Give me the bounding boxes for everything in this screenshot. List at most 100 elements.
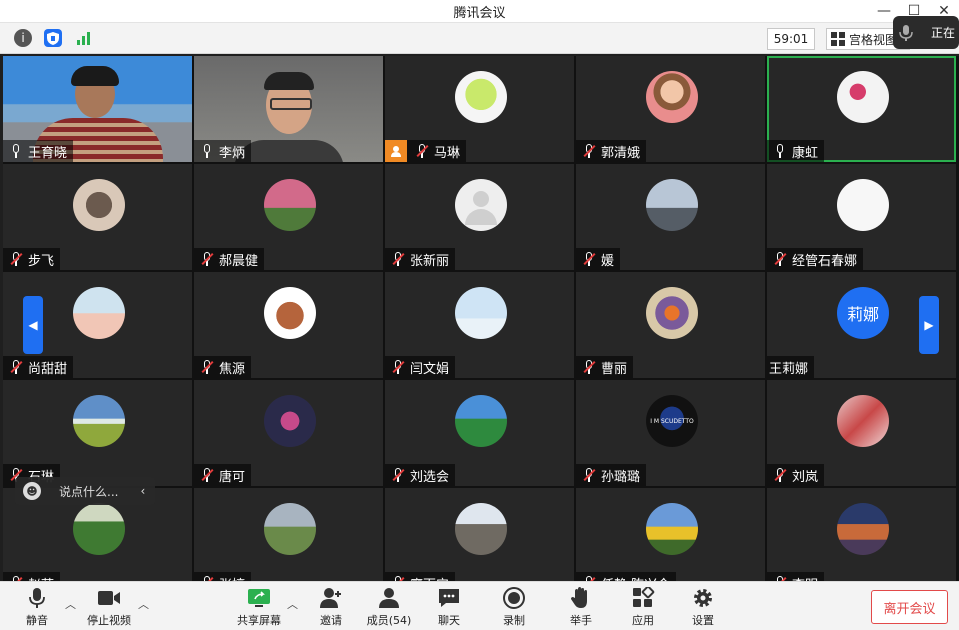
participant-nameplate: 郭清娥 (576, 140, 647, 162)
title-bar: 腾讯会议 — ☐ ✕ (0, 0, 959, 23)
leave-meeting-button[interactable]: 离开会议 (871, 590, 948, 624)
avatar (646, 71, 698, 123)
avatar (455, 503, 507, 555)
avatar (264, 395, 316, 447)
microphone-icon (771, 140, 789, 162)
avatar (646, 503, 698, 555)
avatar (837, 71, 889, 123)
record-label: 录制 (503, 614, 525, 627)
muted-microphone-icon (580, 356, 598, 378)
participant-tile[interactable]: I M SCUDETTO 孙璐璐 (576, 380, 765, 486)
participant-tile[interactable]: 曹丽 (576, 272, 765, 378)
participant-nameplate: 焦源 (194, 356, 252, 378)
meeting-toolbar: i 59:01 宫格视图 (0, 23, 959, 54)
participant-tile[interactable]: 闫文娟 (385, 272, 574, 378)
settings-button[interactable]: 设置 (688, 584, 718, 628)
shield-icon[interactable] (44, 29, 62, 47)
participant-name: 尚甜甜 (28, 361, 68, 377)
participant-name: 王莉娜 (769, 361, 809, 377)
participant-nameplate: 尚甜甜 (3, 356, 74, 378)
info-icon[interactable]: i (14, 29, 32, 47)
microphone-icon (25, 587, 49, 609)
participant-nameplate: 曹丽 (576, 356, 634, 378)
avatar (73, 395, 125, 447)
emoji-icon[interactable]: ☻ (23, 482, 41, 500)
video-options-caret[interactable]: ︿ (138, 596, 149, 612)
participant-nameplate: 步飞 (3, 248, 61, 270)
muted-microphone-icon (389, 464, 407, 486)
participant-tile[interactable]: 张新丽 (385, 164, 574, 270)
participant-tile[interactable]: 刘选会 (385, 380, 574, 486)
participant-tile[interactable]: 焦源 (194, 272, 383, 378)
muted-microphone-icon (580, 464, 598, 486)
participant-tile[interactable]: 唐可 (194, 380, 383, 486)
microphone-icon (198, 140, 216, 162)
participant-tile[interactable]: 石琳 (3, 380, 192, 486)
avatar (455, 179, 507, 231)
participant-tile[interactable]: 张婷 (194, 488, 383, 594)
muted-microphone-icon (389, 248, 407, 270)
participant-name: 闫文娟 (410, 361, 450, 377)
members-button[interactable]: 成员(54) (366, 584, 412, 628)
participant-tile[interactable]: 经管石春娜 (767, 164, 956, 270)
prev-page-button[interactable]: ◀ (23, 296, 43, 354)
participant-tile[interactable]: 李炳 (194, 56, 383, 162)
muted-microphone-icon (7, 356, 25, 378)
avatar (455, 287, 507, 339)
quick-chat-box[interactable]: ☻ 说点什么... ‹ (15, 477, 155, 505)
collapse-chat-icon[interactable]: ‹ (140, 484, 145, 498)
muted-microphone-icon (580, 140, 598, 162)
raise-hand-button[interactable]: 举手 (566, 584, 596, 628)
avatar (264, 503, 316, 555)
control-bar: 静音 ︿ 停止视频 ︿ 共享屏幕 ︿ 邀请 成员(54) 聊天 录制 举手 应用… (0, 581, 959, 630)
grid-icon (831, 32, 845, 46)
chat-placeholder[interactable]: 说点什么... (59, 483, 118, 500)
signal-icon[interactable] (75, 29, 93, 47)
avatar (837, 179, 889, 231)
participant-nameplate: 孙璐璐 (576, 464, 647, 486)
participant-tile[interactable]: 刘岚 (767, 380, 956, 486)
participant-tile[interactable]: 郭清娥 (576, 56, 765, 162)
participant-name: 康虹 (792, 145, 819, 161)
mute-button[interactable]: 静音 (22, 584, 52, 628)
chat-label: 聊天 (438, 614, 460, 627)
participant-name: 郝晨健 (219, 253, 259, 269)
participant-name: 郭清娥 (601, 145, 641, 161)
apps-button[interactable]: 应用 (628, 584, 658, 628)
chat-bubble-icon (437, 587, 461, 609)
record-button[interactable]: 录制 (499, 584, 529, 628)
participant-nameplate: 郝晨健 (194, 248, 265, 270)
participant-nameplate: 闫文娟 (385, 356, 456, 378)
settings-label: 设置 (692, 614, 714, 627)
chat-button[interactable]: 聊天 (434, 584, 464, 628)
participant-tile[interactable]: 媛 (576, 164, 765, 270)
participant-tile[interactable]: 马琳 (385, 56, 574, 162)
apps-icon (631, 585, 655, 609)
participant-name: 唐可 (219, 469, 246, 485)
microphone-icon (899, 24, 913, 41)
participant-name: 步飞 (28, 253, 55, 269)
speaking-label: 正在 (931, 26, 956, 40)
share-screen-label: 共享屏幕 (237, 614, 281, 627)
invite-button[interactable]: 邀请 (316, 584, 346, 628)
participant-name: 焦源 (219, 361, 246, 377)
participant-tile[interactable]: 任静 陈兴会 (576, 488, 765, 594)
avatar (264, 287, 316, 339)
participant-tile[interactable]: 王育晓 (3, 56, 192, 162)
stop-video-button[interactable]: 停止视频 (84, 584, 134, 628)
participant-tile[interactable]: 康虹 (767, 56, 956, 162)
participant-tile[interactable]: 郝晨健 (194, 164, 383, 270)
participant-tile[interactable]: 步飞 (3, 164, 192, 270)
next-page-button[interactable]: ▶ (919, 296, 939, 354)
participant-nameplate: 张新丽 (385, 248, 456, 270)
share-options-caret[interactable]: ︿ (287, 596, 298, 612)
participant-tile[interactable]: 李明 (767, 488, 956, 594)
audio-options-caret[interactable]: ︿ (65, 596, 76, 612)
avatar (73, 503, 125, 555)
participant-tile[interactable]: 廖百宁 (385, 488, 574, 594)
share-screen-icon (247, 587, 271, 609)
speaking-indicator: 正在 (893, 16, 959, 49)
share-screen-button[interactable]: 共享屏幕 (234, 584, 284, 628)
participant-name: 王育晓 (28, 145, 68, 161)
participant-name: 马琳 (434, 145, 461, 161)
